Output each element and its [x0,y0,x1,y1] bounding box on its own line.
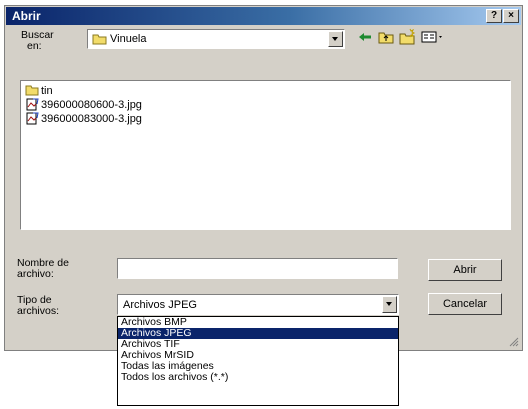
file-name: tin [41,85,53,97]
look-in-combo[interactable]: Vinuela [87,29,345,49]
up-folder-icon[interactable] [377,28,395,46]
file-type-combo[interactable]: Archivos JPEG [117,294,399,315]
look-in-label: Buscar en: [21,29,54,52]
file-type-label: Tipo de archivos: [17,294,60,317]
look-in-dropdown-button[interactable] [328,31,343,47]
file-name-label: Nombre de archivo: [17,257,69,280]
dropdown-option[interactable]: Todos los archivos (*.*) [118,372,398,383]
image-file-icon [26,98,39,111]
new-folder-icon[interactable] [398,28,416,46]
folder-icon [25,85,39,96]
open-file-dialog: Abrir ? × Buscar en: Vinuela tin 3960000… [4,5,523,351]
title-bar[interactable]: Abrir ? × [6,7,521,25]
window-title: Abrir [12,9,41,23]
close-button[interactable]: × [503,9,519,23]
help-button[interactable]: ? [486,9,502,23]
back-arrow-icon[interactable] [356,28,374,46]
file-type-dropdown-button[interactable] [382,296,397,313]
file-type-value: Archivos JPEG [123,299,197,311]
file-type-dropdown-list[interactable]: Archivos BMP Archivos JPEG Archivos TIF … [117,316,399,406]
cancel-button[interactable]: Cancelar [428,293,502,315]
file-name-input[interactable] [117,258,398,279]
resize-grip-icon[interactable] [508,336,519,347]
view-menu-icon[interactable] [420,28,446,46]
open-button[interactable]: Abrir [428,259,502,281]
look-in-value: Vinuela [110,33,147,45]
folder-icon [92,34,107,45]
file-list[interactable]: tin 396000080600-3.jpg 396000083000-3.jp… [20,80,511,230]
image-file-icon [26,112,39,125]
file-name: 396000080600-3.jpg [41,99,142,111]
file-name: 396000083000-3.jpg [41,113,142,125]
